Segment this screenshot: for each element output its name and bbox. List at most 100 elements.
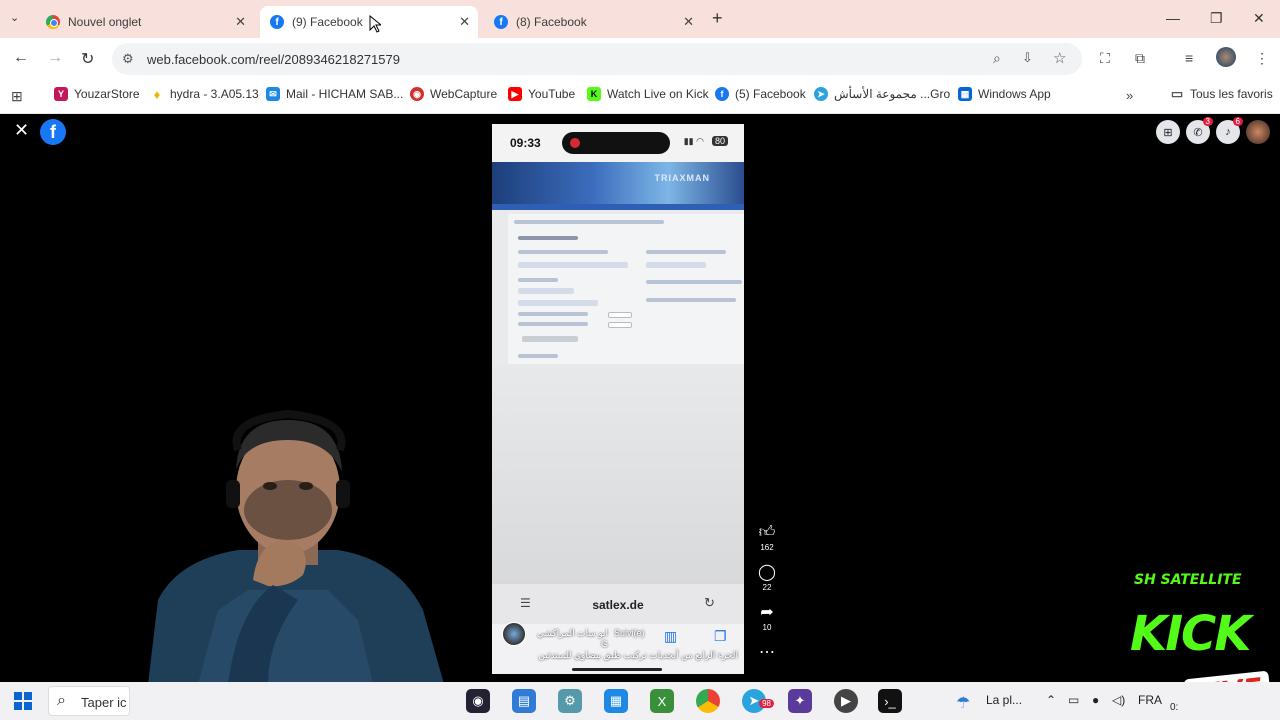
home-indicator	[572, 668, 662, 671]
copy-tabs-icon: ❐	[714, 628, 727, 644]
triaxman-banner	[492, 162, 744, 204]
blurred-select	[518, 262, 628, 268]
close-tab-icon[interactable]: ✕	[683, 14, 694, 30]
bookmark-youzarstore[interactable]: Y YouzarStore	[54, 87, 140, 101]
tab-search-chevron-icon[interactable]: ⌄	[10, 11, 19, 24]
media-controls-icon[interactable]: ≡	[1185, 50, 1193, 66]
excel-icon[interactable]: X	[650, 689, 674, 713]
close-tab-icon[interactable]: ✕	[459, 14, 470, 30]
blurred-input	[608, 322, 632, 328]
facebook-icon: f	[270, 15, 284, 29]
phone-status-bar: 09:33 ▮▮ ◠ 80	[492, 124, 744, 162]
comment-button[interactable]: ◯ 22	[756, 564, 778, 592]
bookmark-windows-app[interactable]: ▦ Windows App	[958, 87, 1051, 101]
bookmark-star-icon[interactable]: ☆	[1053, 49, 1066, 67]
microphone-icon[interactable]: ●	[1092, 693, 1099, 707]
close-reel-icon[interactable]: ✕	[14, 120, 29, 141]
bookmark-hydra[interactable]: ♦ hydra - 3.A05.13	[150, 86, 259, 102]
taskbar-search-box[interactable]: ⌕ Taper ic	[48, 686, 130, 716]
telegram-taskbar-icon[interactable]: ➤ 98	[742, 689, 774, 713]
all-bookmarks-folder[interactable]: ▭ Tous les favoris	[1170, 86, 1273, 101]
facebook-logo-icon[interactable]: f	[40, 119, 66, 145]
notifications-badge: 6	[1232, 117, 1243, 126]
install-app-icon[interactable]: ⇩	[1022, 50, 1033, 66]
bookmark-webcapture[interactable]: ◉ WebCapture	[410, 87, 497, 101]
tab-new-tab[interactable]: Nouvel onglet ✕	[36, 6, 254, 38]
webcam-streamer	[148, 410, 444, 684]
minimize-icon[interactable]: —	[1166, 10, 1180, 26]
weather-label[interactable]: La pl...	[986, 693, 1022, 707]
file-explorer-icon[interactable]: ▤	[512, 689, 536, 713]
telegram-badge: 98	[759, 699, 774, 708]
blurred-select	[646, 262, 706, 268]
calculator-icon[interactable]: ▦	[604, 689, 628, 713]
bookmark-label: Tous les favoris	[1190, 87, 1273, 101]
blurred-button	[522, 336, 578, 342]
input-language[interactable]: FRA	[1138, 693, 1162, 707]
like-count: 162	[760, 543, 774, 552]
satellite-app-icon[interactable]: ✦	[788, 689, 812, 713]
tab-title: (9) Facebook	[292, 15, 363, 29]
account-avatar[interactable]	[1246, 120, 1270, 144]
more-bookmarks-chevron-icon[interactable]: »	[1126, 88, 1133, 103]
like-button[interactable]: 👍︎ 162	[756, 524, 778, 552]
network-tool-icon[interactable]: ⚙	[558, 689, 582, 713]
site-info-icon[interactable]: ⚙	[122, 51, 134, 67]
bookmark-youtube[interactable]: ▶ YouTube	[508, 87, 575, 101]
messenger-icon[interactable]: ✆ 3	[1186, 117, 1213, 144]
tab-facebook[interactable]: f (8) Facebook ✕	[484, 6, 702, 38]
address-bar[interactable]: ⚙ web.facebook.com/reel/2089346218271579…	[112, 43, 1082, 75]
url-text[interactable]: web.facebook.com/reel/2089346218271579	[147, 52, 400, 67]
more-options-button[interactable]: ⋯	[756, 644, 778, 662]
bookmark-label: hydra - 3.A05.13	[170, 87, 259, 101]
weather-rain-icon[interactable]: ☂	[956, 693, 970, 713]
camera-app-icon[interactable]: ◉	[466, 689, 490, 713]
author-avatar[interactable]	[502, 622, 526, 646]
close-tab-icon[interactable]: ✕	[235, 14, 246, 30]
search-icon: ⌕	[57, 692, 66, 709]
media-player-icon[interactable]: ▶	[834, 689, 858, 713]
profile-avatar[interactable]	[1216, 47, 1236, 67]
menu-kebab-icon[interactable]: ⋮	[1255, 50, 1269, 67]
network-icon[interactable]: ▭	[1068, 693, 1079, 707]
bookmark-mail[interactable]: ✉ Mail - HICHAM SAB...	[266, 87, 403, 101]
notifications-bell-icon[interactable]: ♪ 6	[1216, 117, 1243, 144]
forward-icon[interactable]: →	[47, 49, 63, 67]
reel-video[interactable]: 09:33 ▮▮ ◠ 80 TRIAXMAN ☰ ↻ satlex.de ▥ ❐…	[492, 124, 744, 674]
blurred-text	[518, 354, 558, 358]
close-window-icon[interactable]: ✕	[1253, 10, 1265, 27]
windows-start-icon[interactable]	[14, 692, 32, 710]
bookmark-facebook[interactable]: f (5) Facebook	[715, 87, 806, 101]
share-button[interactable]: ➦ 10	[756, 604, 778, 632]
menu-grid-icon[interactable]: ⊞	[1156, 120, 1180, 144]
show-hidden-icons-chevron[interactable]: ⌃	[1046, 693, 1056, 707]
youzar-icon: Y	[54, 87, 68, 101]
blurred-select	[518, 288, 574, 294]
volume-icon[interactable]: ◁)	[1112, 693, 1125, 707]
search-placeholder: Taper ic	[81, 695, 127, 710]
blurred-text	[646, 280, 742, 284]
blurred-text	[518, 236, 578, 240]
reload-icon[interactable]: ↻	[81, 49, 94, 69]
extensions-puzzle-icon[interactable]: ⧉	[1135, 50, 1145, 67]
share-arrow-icon: ➦	[760, 604, 774, 621]
reel-caption[interactable]: الجزء الرابع من أبجديات تركيب طبق بيضاوي…	[522, 650, 738, 661]
back-icon[interactable]: ←	[13, 49, 29, 67]
follow-status[interactable]: Suivi(e)	[614, 628, 645, 638]
taskbar-clock[interactable]: 0:	[1170, 702, 1178, 713]
bookmark-kick[interactable]: K Watch Live on Kick	[587, 87, 709, 101]
zoom-icon[interactable]: ⌕	[993, 50, 1001, 67]
bookmark-telegram-group[interactable]: ➤ مجموعة الأسأش ...Gro	[814, 87, 950, 101]
screenshot-extension-icon[interactable]: ⛶	[1100, 50, 1110, 67]
blurred-text	[518, 322, 588, 326]
blurred-text	[646, 250, 726, 254]
phone-site-label: satlex.de	[592, 598, 644, 612]
apps-grid-icon[interactable]: ⊞	[11, 88, 23, 105]
author-name[interactable]: ابو سات المراكشي G	[528, 628, 608, 649]
terminal-icon[interactable]: ›_	[878, 689, 902, 713]
lightbulb-icon: ♦	[153, 86, 161, 102]
chrome-taskbar-icon[interactable]	[696, 689, 720, 713]
new-tab-button[interactable]: +	[712, 8, 723, 29]
bookmark-label: YouzarStore	[74, 87, 140, 101]
restore-icon[interactable]: ❐	[1210, 10, 1223, 27]
